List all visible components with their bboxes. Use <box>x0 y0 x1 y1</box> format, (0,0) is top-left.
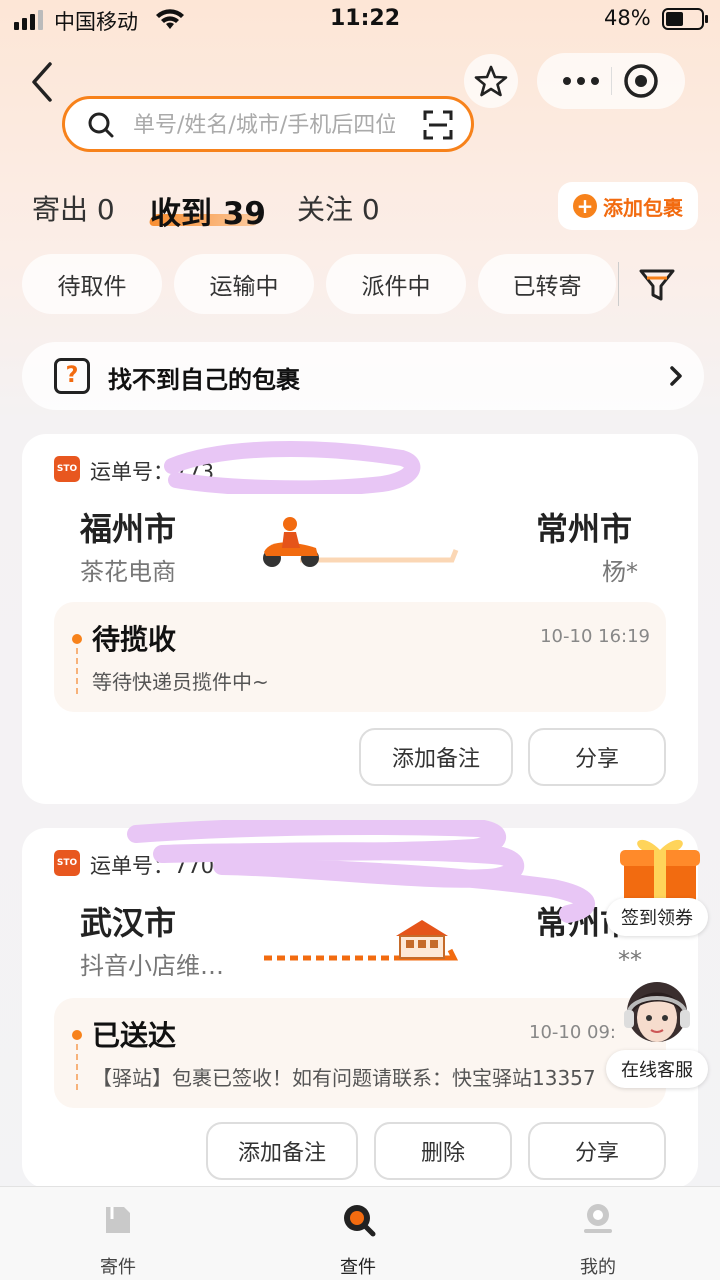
tab-sent[interactable]: 寄出 0 <box>32 188 115 228</box>
more-button[interactable] <box>553 65 609 97</box>
filter-chip-in-transit[interactable]: 运输中 <box>174 254 314 314</box>
miniapp-capsule <box>537 53 685 109</box>
origin-city: 福州市 <box>80 510 177 548</box>
add-note-button[interactable]: 添加备注 <box>206 1122 358 1180</box>
sto-logo-icon: STO <box>54 456 80 482</box>
status-dot <box>72 1030 82 1040</box>
package-card[interactable]: STO 运单号：773 福州市 茶花电商 常州市 杨* 待揽收 10-10 16… <box>22 434 698 804</box>
filter-chip-forwarded[interactable]: 已转寄 <box>478 254 616 314</box>
search-icon <box>88 112 114 138</box>
status-description: 等待快递员揽件中~ <box>92 670 269 694</box>
redaction-scribble <box>127 820 595 923</box>
recipient-name: ** <box>618 946 642 974</box>
carrier-name: 中国移动 <box>54 10 138 34</box>
delete-button[interactable]: 删除 <box>374 1122 512 1180</box>
plus-icon: + <box>573 194 597 218</box>
status-time: 10-10 16:19 <box>540 626 650 647</box>
question-icon: ? <box>54 358 90 394</box>
online-service-label[interactable]: 在线客服 <box>606 1050 708 1088</box>
track-search-icon <box>344 1205 376 1237</box>
tab-label: 查件 <box>340 1257 376 1278</box>
tab-track-package[interactable]: 查件 <box>298 1187 418 1280</box>
find-package-banner[interactable]: ? 找不到自己的包裹 <box>22 342 704 410</box>
close-target-icon[interactable] <box>623 63 659 99</box>
battery-percent: 48% <box>604 6 651 30</box>
profile-icon <box>584 1204 612 1233</box>
status-time: 10-10 09: <box>529 1022 616 1043</box>
sender-name: 抖音小店维… <box>80 952 224 980</box>
status-bar: 中国移动 11:22 48% <box>0 0 720 40</box>
sto-logo-icon: STO <box>54 850 80 876</box>
status-title: 待揽收 <box>92 623 177 656</box>
status-title: 已送达 <box>92 1019 177 1052</box>
funnel-icon[interactable] <box>638 266 676 304</box>
search-bar <box>62 96 474 152</box>
status-description: 【驿站】包裹已签收！如有问题请联系：快宝驿站13357 <box>92 1066 596 1090</box>
tracking-status-box: 已送达 10-10 09: 【驿站】包裹已签收！如有问题请联系：快宝驿站1335… <box>54 998 666 1108</box>
more-icon <box>563 77 599 85</box>
add-package-label: 添加包裹 <box>603 195 683 220</box>
add-note-button[interactable]: 添加备注 <box>359 728 513 786</box>
timeline-line <box>76 1044 78 1090</box>
share-button[interactable]: 分享 <box>528 728 666 786</box>
share-button[interactable]: 分享 <box>528 1122 666 1180</box>
destination-city: 常州市 <box>536 510 633 548</box>
add-package-button[interactable]: + 添加包裹 <box>558 182 698 230</box>
status-dot <box>72 634 82 644</box>
sender-name: 茶花电商 <box>80 558 176 586</box>
tab-following[interactable]: 关注 0 <box>297 188 380 228</box>
courier-scooter-icon <box>263 517 459 567</box>
delivered-house-icon <box>264 920 459 961</box>
filter-chip-pending-pickup[interactable]: 待取件 <box>22 254 162 314</box>
wifi-icon <box>156 9 184 29</box>
timeline-line <box>76 648 78 694</box>
tracking-status-box: 待揽收 10-10 16:19 等待快递员揽件中~ <box>54 602 666 712</box>
capsule-divider <box>611 67 612 95</box>
tab-send-package[interactable]: 寄件 <box>58 1187 178 1280</box>
find-package-text: 找不到自己的包裹 <box>108 366 300 394</box>
battery-icon <box>662 8 708 30</box>
bottom-tab-bar: 寄件 查件 我的 <box>0 1186 720 1280</box>
back-icon[interactable] <box>26 60 60 104</box>
tab-label: 我的 <box>580 1257 616 1278</box>
filter-divider <box>618 262 619 306</box>
search-input[interactable] <box>133 107 395 143</box>
signal-icon <box>14 10 43 30</box>
favorite-button[interactable] <box>464 54 518 108</box>
recipient-name: 杨* <box>602 558 638 586</box>
document-icon <box>106 1207 130 1233</box>
chevron-right-icon <box>670 366 682 386</box>
package-card[interactable]: STO 运单号：7700701 武汉市 抖音小店维… 常州市 ** 已送达 10… <box>22 820 698 1188</box>
tab-profile[interactable]: 我的 <box>538 1187 658 1280</box>
clock: 11:22 <box>330 6 401 31</box>
tab-label: 寄件 <box>100 1257 136 1278</box>
filter-chip-delivering[interactable]: 派件中 <box>326 254 466 314</box>
star-icon <box>474 65 508 97</box>
redaction-scribble <box>164 440 421 494</box>
tab-received[interactable]: 收到 39 <box>150 188 266 233</box>
checkin-coupon-label[interactable]: 签到领券 <box>606 898 708 936</box>
scan-icon[interactable] <box>423 110 453 140</box>
customer-service-avatar-icon[interactable] <box>620 972 694 1052</box>
